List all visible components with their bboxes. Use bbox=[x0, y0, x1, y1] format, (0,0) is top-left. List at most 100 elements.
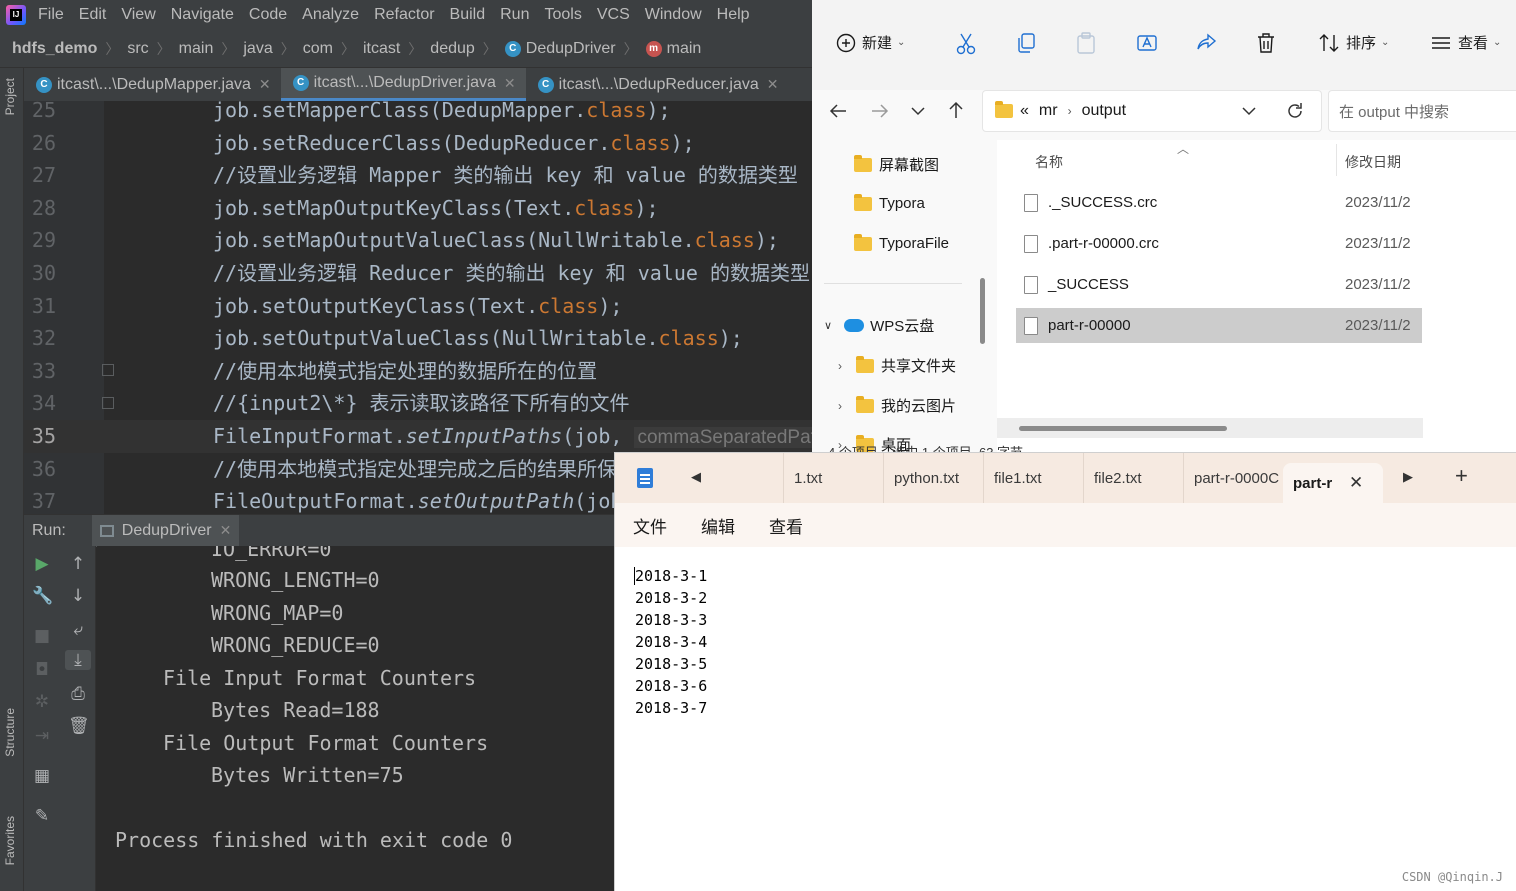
scroll-tabs-left-icon[interactable]: ◀ bbox=[691, 469, 701, 485]
file-row[interactable]: _SUCCESS 2023/11/2 bbox=[1016, 267, 1422, 302]
breadcrumb-itcast[interactable]: itcast bbox=[363, 40, 400, 58]
tab-dedup-driver[interactable]: C itcast\...\DedupDriver.java ✕ bbox=[280, 68, 526, 101]
exit-icon[interactable]: ⇥ bbox=[32, 726, 52, 746]
share-icon[interactable] bbox=[1196, 32, 1218, 54]
menu-navigate[interactable]: Navigate bbox=[171, 6, 234, 24]
close-icon[interactable]: ✕ bbox=[1349, 473, 1363, 493]
fold-marker-icon[interactable] bbox=[102, 364, 114, 376]
menu-vcs[interactable]: VCS bbox=[597, 6, 630, 24]
breadcrumb-dedup[interactable]: dedup bbox=[430, 40, 475, 58]
file-row[interactable]: ._SUCCESS.crc 2023/11/2 bbox=[1016, 185, 1422, 220]
breadcrumb-java[interactable]: java bbox=[243, 40, 272, 58]
run-tab-dedup-driver[interactable]: DedupDriver ✕ bbox=[91, 514, 240, 547]
forward-arrow-icon[interactable] bbox=[870, 101, 890, 121]
address-overflow[interactable]: « bbox=[1020, 102, 1029, 120]
chevron-down-icon[interactable] bbox=[1241, 104, 1257, 118]
tab-python-txt[interactable]: python.txt bbox=[883, 453, 983, 503]
nav-item-shared-folder[interactable]: › 共享文件夹 bbox=[838, 355, 956, 376]
menu-file[interactable]: File bbox=[38, 6, 64, 24]
recent-locations-icon[interactable] bbox=[910, 103, 926, 119]
tab-part-r-prev[interactable]: part-r-0000C bbox=[1183, 453, 1283, 503]
nav-item-typora[interactable]: Typora bbox=[854, 193, 925, 212]
layout-icon[interactable]: ▦ bbox=[32, 766, 52, 786]
wrench-icon[interactable]: 🔧 bbox=[32, 586, 53, 606]
project-tool-label[interactable]: Project bbox=[3, 78, 17, 115]
address-part-mr[interactable]: mr bbox=[1039, 102, 1058, 120]
nav-scrollbar[interactable] bbox=[980, 278, 985, 344]
menu-edit[interactable]: Edit bbox=[79, 6, 107, 24]
tab-file2-txt[interactable]: file2.txt bbox=[1083, 453, 1183, 503]
rerun-icon[interactable]: ▶ bbox=[32, 554, 52, 574]
column-header-modified[interactable]: 修改日期 bbox=[1345, 152, 1401, 172]
breadcrumb-project[interactable]: hdfs_demo bbox=[12, 40, 97, 58]
close-icon[interactable]: ✕ bbox=[767, 76, 779, 93]
address-bar[interactable]: « mr › output bbox=[982, 90, 1322, 132]
menu-analyze[interactable]: Analyze bbox=[302, 6, 359, 24]
arrow-down-icon[interactable]: ↓ bbox=[68, 586, 88, 606]
fold-marker-icon[interactable] bbox=[102, 397, 114, 409]
folder-icon bbox=[854, 154, 872, 172]
horizontal-scrollbar-thumb[interactable] bbox=[1019, 426, 1227, 431]
up-arrow-icon[interactable] bbox=[946, 100, 966, 120]
menu-code[interactable]: Code bbox=[249, 6, 287, 24]
close-icon[interactable]: ✕ bbox=[504, 75, 516, 92]
menu-build[interactable]: Build bbox=[450, 6, 486, 24]
view-button[interactable]: 查看 ⌄ bbox=[1430, 32, 1501, 53]
new-tab-plus-icon[interactable]: + bbox=[1455, 463, 1468, 489]
menu-tools[interactable]: Tools bbox=[544, 6, 581, 24]
notepad-text-area[interactable]: 2018-3-1 2018-3-2 2018-3-3 2018-3-4 2018… bbox=[615, 547, 1516, 891]
menu-edit[interactable]: 编辑 bbox=[701, 513, 735, 538]
breadcrumb-main[interactable]: main bbox=[179, 40, 214, 58]
menu-view[interactable]: 查看 bbox=[769, 513, 803, 538]
file-row[interactable]: .part-r-00000.crc 2023/11/2 bbox=[1016, 226, 1422, 261]
tab-1-txt[interactable]: 1.txt bbox=[783, 453, 883, 503]
stop-icon[interactable]: ■ bbox=[32, 626, 52, 646]
menu-window[interactable]: Window bbox=[645, 6, 702, 24]
delete-icon[interactable] bbox=[1256, 32, 1276, 54]
bug-icon[interactable]: ✲ bbox=[32, 692, 52, 712]
tab-file1-txt[interactable]: file1.txt bbox=[983, 453, 1083, 503]
menu-help[interactable]: Help bbox=[717, 6, 750, 24]
cut-icon[interactable] bbox=[956, 32, 976, 56]
menu-run[interactable]: Run bbox=[500, 6, 529, 24]
trash-icon[interactable]: 🗑 bbox=[68, 716, 90, 736]
nav-item-cloud-pictures[interactable]: › 我的云图片 bbox=[838, 395, 956, 416]
rename-icon[interactable] bbox=[1136, 32, 1158, 54]
back-arrow-icon[interactable] bbox=[828, 101, 848, 121]
tab-dedup-reducer[interactable]: C itcast\...\DedupReducer.java ✕ bbox=[526, 68, 789, 101]
menu-file[interactable]: 文件 bbox=[633, 513, 667, 538]
breadcrumb-class[interactable]: DedupDriver bbox=[526, 40, 616, 58]
run-console[interactable]: IO_ERROR=0 WRONG_LENGTH=0 WRONG_MAP=0 WR… bbox=[97, 546, 617, 891]
new-button[interactable]: 新建 ⌄ bbox=[836, 32, 905, 53]
refresh-icon[interactable] bbox=[1285, 101, 1305, 121]
soft-wrap-icon[interactable]: ⤶ bbox=[68, 620, 88, 640]
menu-refactor[interactable]: Refactor bbox=[374, 6, 434, 24]
print-icon[interactable]: ⎙ bbox=[68, 684, 88, 704]
tab-dedup-mapper[interactable]: C itcast\...\DedupMapper.java ✕ bbox=[24, 68, 281, 101]
nav-item-wps-cloud[interactable]: ∨ WPS云盘 bbox=[824, 315, 934, 336]
breadcrumb-com[interactable]: com bbox=[303, 40, 333, 58]
file-row-selected[interactable]: part-r-00000 2023/11/2 bbox=[1016, 308, 1422, 343]
close-icon[interactable]: ✕ bbox=[259, 76, 271, 93]
tab-part-r-active[interactable]: part-r ✕ bbox=[1283, 463, 1383, 503]
chevron-right-icon: 〉 bbox=[105, 40, 120, 57]
pin-icon[interactable]: ✎ bbox=[32, 806, 52, 826]
favorites-tool-label[interactable]: Favorites bbox=[3, 816, 17, 865]
address-part-output[interactable]: output bbox=[1082, 102, 1126, 120]
camera-icon[interactable]: ◘ bbox=[32, 660, 52, 680]
scroll-to-end-icon[interactable]: ⤓ bbox=[65, 650, 91, 670]
search-input[interactable]: 在 output 中搜索 bbox=[1328, 90, 1516, 132]
breadcrumb-method[interactable]: main bbox=[667, 40, 702, 58]
breadcrumb-src[interactable]: src bbox=[127, 40, 148, 58]
copy-icon[interactable] bbox=[1016, 32, 1036, 54]
column-header-name[interactable]: 名称 bbox=[1035, 152, 1063, 172]
menu-view[interactable]: View bbox=[121, 6, 155, 24]
sort-button[interactable]: 排序 ⌄ bbox=[1318, 32, 1389, 53]
nav-item-typorafile[interactable]: TyporaFile bbox=[854, 233, 949, 252]
arrow-up-icon[interactable]: ↑ bbox=[68, 554, 88, 574]
close-icon[interactable]: ✕ bbox=[220, 522, 232, 539]
paste-icon[interactable] bbox=[1076, 32, 1096, 54]
structure-tool-label[interactable]: Structure bbox=[3, 708, 17, 757]
nav-item-screenshots[interactable]: 屏幕截图 bbox=[854, 154, 939, 175]
scroll-tabs-right-icon[interactable]: ▶ bbox=[1403, 469, 1413, 485]
